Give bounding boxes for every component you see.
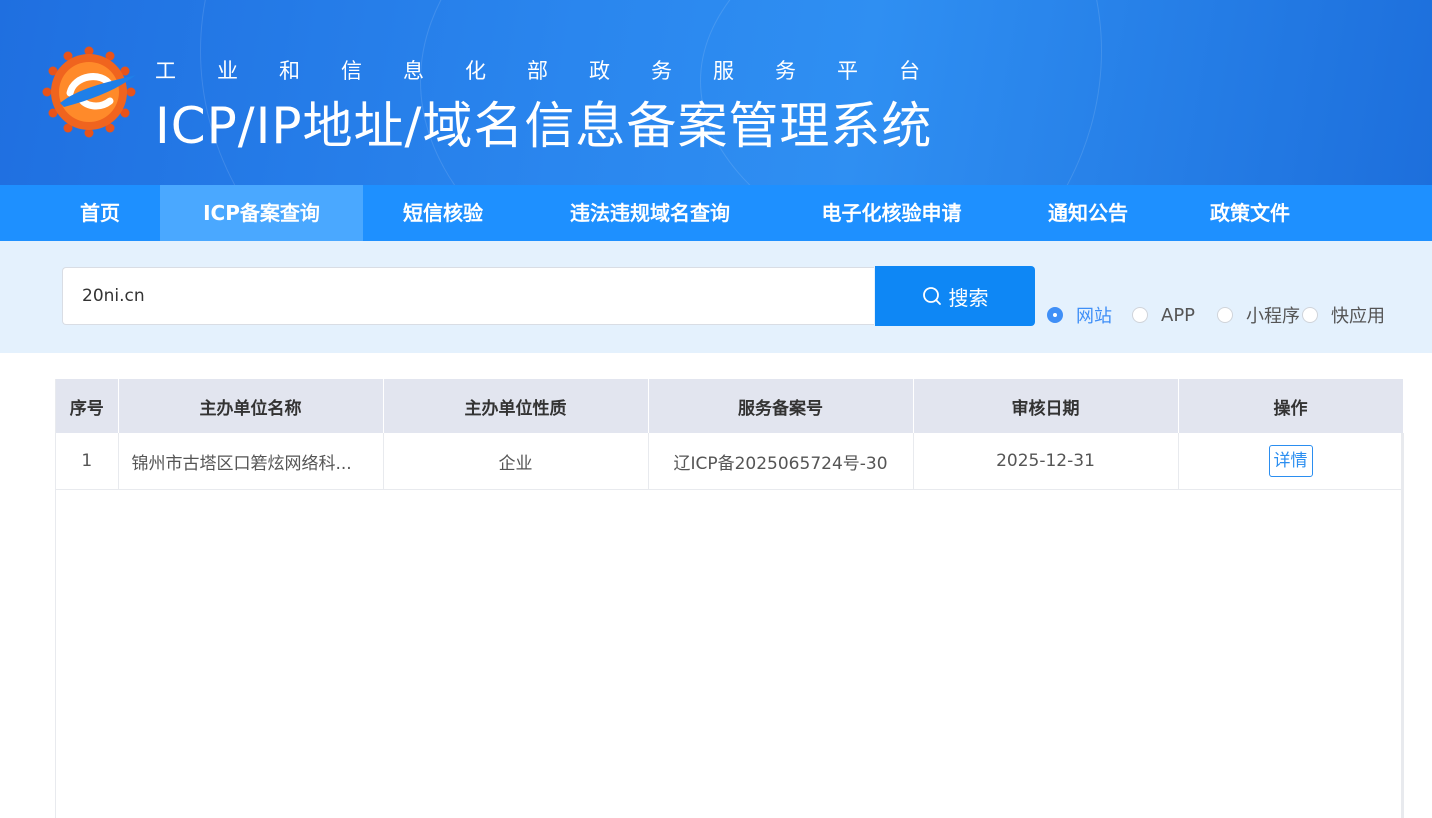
nav-item-e-verify[interactable]: 电子化核验申请 [798, 185, 985, 241]
table-row: 1 锦州市古塔区口箬炫网络科... 企业 辽ICP备2025065724号-30… [56, 433, 1404, 490]
nav-item-icp-query[interactable]: ICP备案查询 [160, 185, 363, 241]
cell-record-no: 辽ICP备2025065724号-30 [648, 433, 914, 490]
radio-label: 网站 [1076, 306, 1112, 327]
nav-item-home[interactable]: 首页 [60, 185, 140, 241]
radio-label: APP [1161, 304, 1196, 326]
miit-logo-icon [42, 46, 136, 138]
search-button-label: 搜索 [948, 285, 989, 310]
radio-dot [1217, 307, 1233, 323]
radio-website[interactable]: 网站 [1047, 302, 1112, 328]
col-header-record-no: 服务备案号 [648, 379, 914, 433]
main-nav: 首页 ICP备案查询 短信核验 违法违规域名查询 电子化核验申请 通知公告 政策… [0, 185, 1432, 241]
platform-subtitle: 工业和信息化部政务服务平台 [155, 59, 961, 83]
col-header-org-type: 主办单位性质 [383, 379, 649, 433]
radio-dot [1132, 307, 1148, 323]
radio-label: 小程序 [1246, 306, 1300, 327]
col-header-org-name: 主办单位名称 [118, 379, 384, 433]
radio-label: 快应用 [1331, 306, 1385, 327]
col-header-action: 操作 [1178, 379, 1404, 433]
col-header-review-date: 审核日期 [913, 379, 1179, 433]
radio-app[interactable]: APP [1132, 302, 1195, 328]
table-header-row: 序号 主办单位名称 主办单位性质 服务备案号 审核日期 操作 [56, 379, 1404, 433]
search-icon [922, 287, 941, 305]
results-table: 序号 主办单位名称 主办单位性质 服务备案号 审核日期 操作 1 锦州市古塔区口… [56, 379, 1404, 490]
radio-mini-program[interactable]: 小程序 [1217, 302, 1300, 328]
search-input[interactable] [62, 267, 874, 325]
nav-item-policies[interactable]: 政策文件 [1190, 185, 1310, 241]
nav-item-notices[interactable]: 通知公告 [1028, 185, 1148, 241]
cell-review-date: 2025-12-31 [913, 433, 1179, 490]
cell-org-name: 锦州市古塔区口箬炫网络科... [118, 433, 384, 490]
cell-action: 详情 [1178, 433, 1404, 490]
radio-quick-app[interactable]: 快应用 [1302, 302, 1385, 328]
system-title: ICP/IP地址/域名信息备案管理系统 [155, 97, 933, 155]
detail-button[interactable]: 详情 [1268, 445, 1313, 477]
col-header-index: 序号 [56, 379, 119, 433]
cell-org-type: 企业 [383, 433, 649, 490]
search-button[interactable]: 搜索 [875, 266, 1035, 326]
results-table-container: 序号 主办单位名称 主办单位性质 服务备案号 审核日期 操作 1 锦州市古塔区口… [55, 379, 1404, 818]
radio-dot [1302, 307, 1318, 323]
cell-index: 1 [56, 433, 119, 490]
nav-item-sms-verify[interactable]: 短信核验 [383, 185, 503, 241]
nav-item-illegal-domain[interactable]: 违法违规域名查询 [545, 185, 755, 241]
radio-dot [1047, 307, 1063, 323]
header-banner: 工业和信息化部政务服务平台 ICP/IP地址/域名信息备案管理系统 [0, 0, 1432, 185]
